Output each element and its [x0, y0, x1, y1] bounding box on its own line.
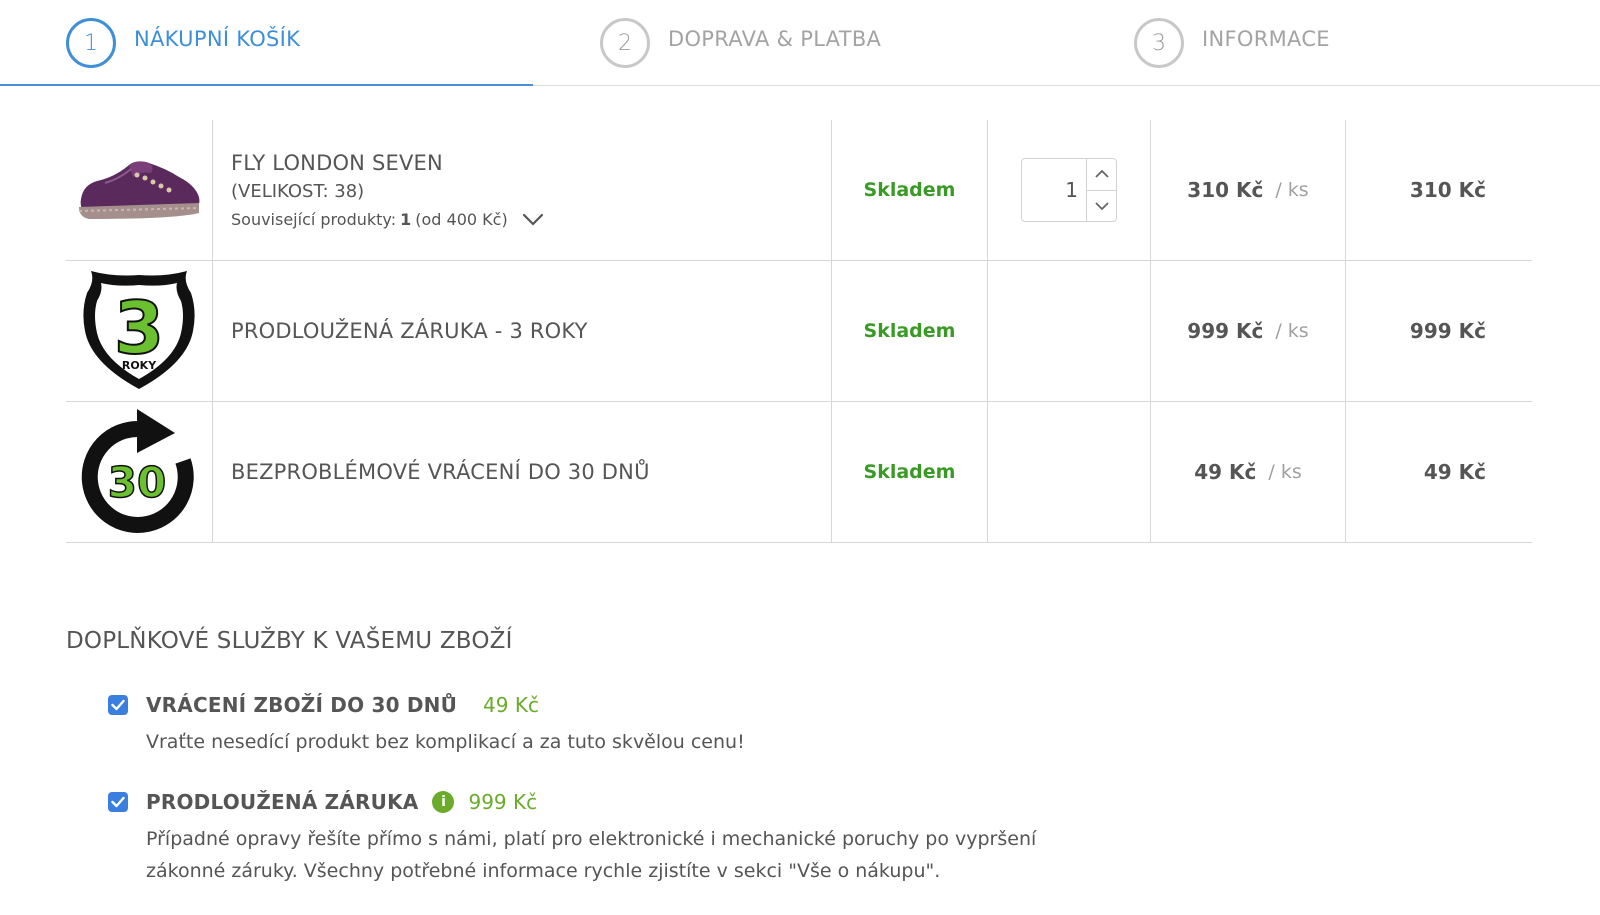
service-description: Vraťte nesedící produkt bez komplikací a…: [146, 731, 745, 753]
services-title: DOPLŇKOVÉ SLUŽBY K VAŠEMU ZBOŽÍ: [66, 628, 513, 654]
total-price-cell: 310 Kč: [1346, 120, 1532, 260]
step-number-circle: 3: [1134, 18, 1184, 68]
checkout-steps: 1 NÁKUPNÍ KOŠÍK 2 DOPRAVA & PLATBA 3 INF…: [0, 0, 1600, 86]
stock-cell: Skladem: [832, 402, 988, 542]
unit-price: 310 Kč: [1187, 178, 1264, 202]
step-label: DOPRAVA & PLATBA: [668, 27, 882, 51]
info-icon[interactable]: i: [432, 791, 455, 813]
total-price: 310 Kč: [1409, 178, 1486, 202]
step-shipping-payment[interactable]: 2 DOPRAVA & PLATBA: [600, 17, 881, 69]
product-name-cell: BEZPROBLÉMOVÉ VRÁCENÍ DO 30 DNŮ: [213, 402, 832, 542]
service-header: VRÁCENÍ ZBOŽÍ DO 30 DNŮ 49 Kč: [108, 690, 1086, 720]
step-cart[interactable]: 1 NÁKUPNÍ KOŠÍK: [66, 17, 300, 69]
quantity-stepper[interactable]: [1021, 158, 1117, 222]
cart-row: 3 ROKY PRODLOUŽENÁ ZÁRUKA - 3 ROKY Sklad…: [66, 261, 1532, 402]
quantity-cell: [988, 402, 1151, 542]
return-30-days-icon[interactable]: 30: [79, 409, 199, 535]
related-products-price: (od 400 Kč): [415, 210, 508, 229]
step-information[interactable]: 3 INFORMACE: [1134, 17, 1330, 69]
stock-status: Skladem: [863, 320, 956, 342]
unit-price: 49 Kč: [1194, 460, 1257, 484]
service-warranty-checkbox[interactable]: [108, 792, 128, 812]
stock-status: Skladem: [863, 461, 956, 483]
total-price-cell: 999 Kč: [1346, 261, 1532, 401]
unit-suffix: / ks: [1275, 179, 1309, 201]
badge-number: 3: [114, 286, 164, 370]
checkmark-icon: [111, 796, 125, 808]
service-name: PRODLOUŽENÁ ZÁRUKA: [146, 790, 419, 814]
service-description: Případné opravy řešíte přímo s námi, pla…: [146, 828, 1037, 882]
service-name: VRÁCENÍ ZBOŽÍ DO 30 DNŮ: [146, 693, 458, 717]
service-warranty: PRODLOUŽENÁ ZÁRUKA i 999 Kč Případné opr…: [108, 787, 1086, 887]
unit-price-cell: 999 Kč / ks: [1151, 261, 1346, 401]
step-number-circle: 2: [600, 18, 650, 68]
stock-cell: Skladem: [832, 261, 988, 401]
stock-status: Skladem: [863, 179, 956, 201]
cart-row: FLY LONDON SEVEN (VELIKOST: 38) Souvisej…: [66, 120, 1532, 261]
service-return-checkbox[interactable]: [108, 695, 128, 715]
product-image-cell: [66, 120, 213, 260]
total-price: 49 Kč: [1423, 460, 1486, 484]
total-price-cell: 49 Kč: [1346, 402, 1532, 542]
product-name-cell: PRODLOUŽENÁ ZÁRUKA - 3 ROKY: [213, 261, 832, 401]
shoe-image[interactable]: [75, 155, 203, 225]
product-name[interactable]: PRODLOUŽENÁ ZÁRUKA - 3 ROKY: [231, 319, 588, 343]
step-label: INFORMACE: [1202, 27, 1330, 51]
service-header: PRODLOUŽENÁ ZÁRUKA i 999 Kč: [108, 787, 1086, 817]
service-price: 999 Kč: [468, 790, 538, 814]
quantity-input[interactable]: [1022, 159, 1086, 221]
service-price: 49 Kč: [483, 693, 539, 717]
total-price: 999 Kč: [1409, 319, 1486, 343]
unit-price: 999 Kč: [1187, 319, 1264, 343]
unit-price-cell: 310 Kč / ks: [1151, 120, 1346, 260]
badge-text: ROKY: [122, 359, 157, 372]
related-products-toggle[interactable]: Související produkty: 1 (od 400 Kč): [231, 210, 544, 229]
product-name[interactable]: BEZPROBLÉMOVÉ VRÁCENÍ DO 30 DNŮ: [231, 460, 650, 484]
service-return: VRÁCENÍ ZBOŽÍ DO 30 DNŮ 49 Kč Vraťte nes…: [108, 690, 1086, 758]
stock-cell: Skladem: [832, 120, 988, 260]
product-image-cell: 30: [66, 402, 213, 542]
chevron-down-icon: [1094, 202, 1109, 211]
warranty-3-years-icon[interactable]: 3 ROKY: [79, 271, 199, 391]
related-products-count: 1: [400, 210, 412, 229]
quantity-arrows: [1086, 159, 1116, 221]
product-image-cell: 3 ROKY: [66, 261, 213, 401]
related-products-label: Související produkty:: [231, 210, 397, 229]
chevron-up-icon: [1094, 169, 1109, 178]
quantity-cell: [988, 120, 1151, 260]
unit-suffix: / ks: [1275, 320, 1309, 342]
step-number-circle: 1: [66, 18, 116, 68]
product-name-cell: FLY LONDON SEVEN (VELIKOST: 38) Souvisej…: [213, 120, 832, 260]
badge-number: 30: [108, 458, 166, 507]
cart-table: FLY LONDON SEVEN (VELIKOST: 38) Souvisej…: [66, 120, 1532, 543]
unit-price-cell: 49 Kč / ks: [1151, 402, 1346, 542]
quantity-decrease-button[interactable]: [1087, 189, 1116, 222]
quantity-cell: [988, 261, 1151, 401]
product-name[interactable]: FLY LONDON SEVEN: [231, 151, 443, 175]
product-variant: (VELIKOST: 38): [231, 181, 365, 202]
cart-row: 30 BEZPROBLÉMOVÉ VRÁCENÍ DO 30 DNŮ Sklad…: [66, 402, 1532, 543]
step-label: NÁKUPNÍ KOŠÍK: [134, 27, 301, 51]
active-step-indicator: [0, 84, 533, 86]
quantity-increase-button[interactable]: [1087, 159, 1116, 190]
checkmark-icon: [111, 699, 125, 711]
unit-suffix: / ks: [1268, 461, 1302, 483]
chevron-down-icon[interactable]: [522, 213, 544, 227]
